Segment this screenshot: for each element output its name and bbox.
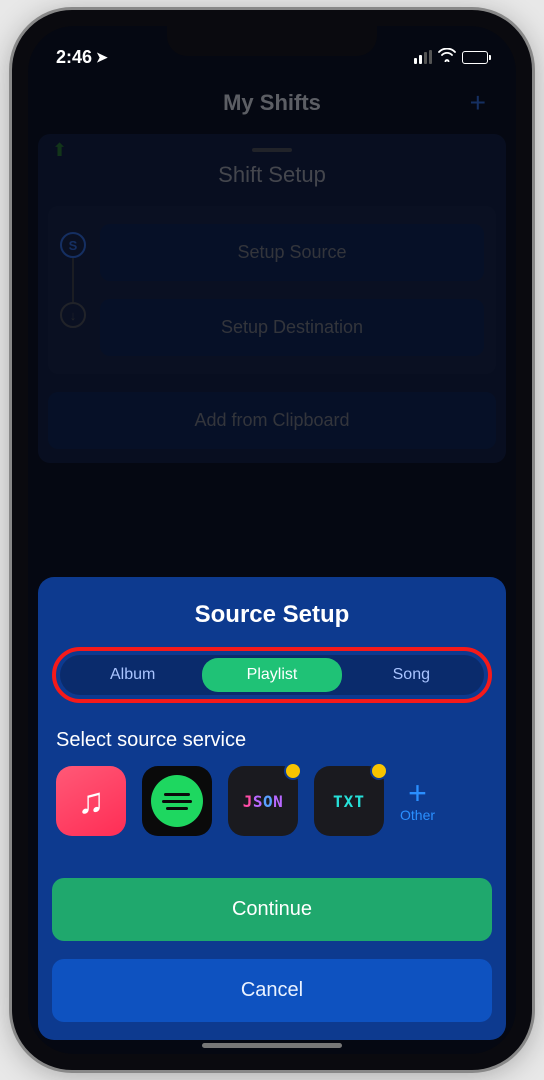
type-segmented-control[interactable]: Album Playlist Song (60, 655, 484, 695)
segment-playlist[interactable]: Playlist (202, 658, 341, 692)
premium-badge-icon (370, 762, 388, 780)
service-other[interactable]: + Other (400, 779, 435, 823)
home-indicator[interactable] (202, 1043, 342, 1048)
other-label: Other (400, 807, 435, 823)
spotify-icon (151, 775, 203, 827)
status-left: 2:46 ➤ (56, 47, 108, 68)
bg-header-title: My Shifts (223, 90, 321, 116)
location-arrow-icon: ➤ (96, 49, 108, 66)
step-source-icon: S (60, 232, 86, 258)
phone-screen: 2:46 ➤ My Shifts + ⬆ Shift Setup (28, 26, 516, 1054)
dimmed-background: My Shifts + ⬆ Shift Setup S ↓ Setup Sour… (28, 76, 516, 463)
notch (167, 26, 377, 56)
cancel-button[interactable]: Cancel (52, 959, 492, 1022)
select-service-label: Select source service (52, 729, 492, 752)
status-right (414, 48, 488, 67)
source-setup-sheet: Source Setup Album Playlist Song Select … (38, 577, 506, 1040)
setup-source-button: Setup Source (100, 224, 484, 281)
bg-header: My Shifts + (38, 76, 506, 130)
json-label: JSON (243, 792, 284, 811)
add-icon: + (470, 87, 486, 119)
continue-button[interactable]: Continue (52, 878, 492, 941)
sheet-handle (252, 148, 292, 152)
step-indicators: S ↓ (60, 224, 86, 356)
segment-highlight-annotation: Album Playlist Song (52, 647, 492, 703)
service-row: ♫ JSON TXT + Other (52, 766, 492, 836)
bg-steps-card: S ↓ Setup Source Setup Destination (48, 206, 496, 374)
service-txt[interactable]: TXT (314, 766, 384, 836)
wifi-icon (438, 48, 456, 67)
plus-icon: + (408, 779, 427, 807)
bg-sheet: ⬆ Shift Setup S ↓ Setup Source Setup Des… (38, 134, 506, 463)
setup-destination-button: Setup Destination (100, 299, 484, 356)
music-note-icon: ♫ (78, 780, 105, 822)
battery-icon (462, 51, 488, 64)
phone-frame: 2:46 ➤ My Shifts + ⬆ Shift Setup (12, 10, 532, 1070)
share-icon: ⬆ (52, 140, 67, 161)
service-spotify[interactable] (142, 766, 212, 836)
segment-song[interactable]: Song (342, 658, 481, 692)
step-destination-icon: ↓ (60, 302, 86, 328)
status-time: 2:46 (56, 47, 92, 68)
segment-album[interactable]: Album (63, 658, 202, 692)
step-connector (72, 258, 74, 302)
sheet-title: Source Setup (52, 601, 492, 629)
service-json[interactable]: JSON (228, 766, 298, 836)
txt-label: TXT (333, 792, 365, 811)
cellular-signal-icon (414, 50, 432, 64)
premium-badge-icon (284, 762, 302, 780)
bg-sheet-title: Shift Setup (48, 162, 496, 188)
add-from-clipboard-button: Add from Clipboard (48, 392, 496, 449)
step-buttons: Setup Source Setup Destination (100, 224, 484, 356)
service-apple-music[interactable]: ♫ (56, 766, 126, 836)
